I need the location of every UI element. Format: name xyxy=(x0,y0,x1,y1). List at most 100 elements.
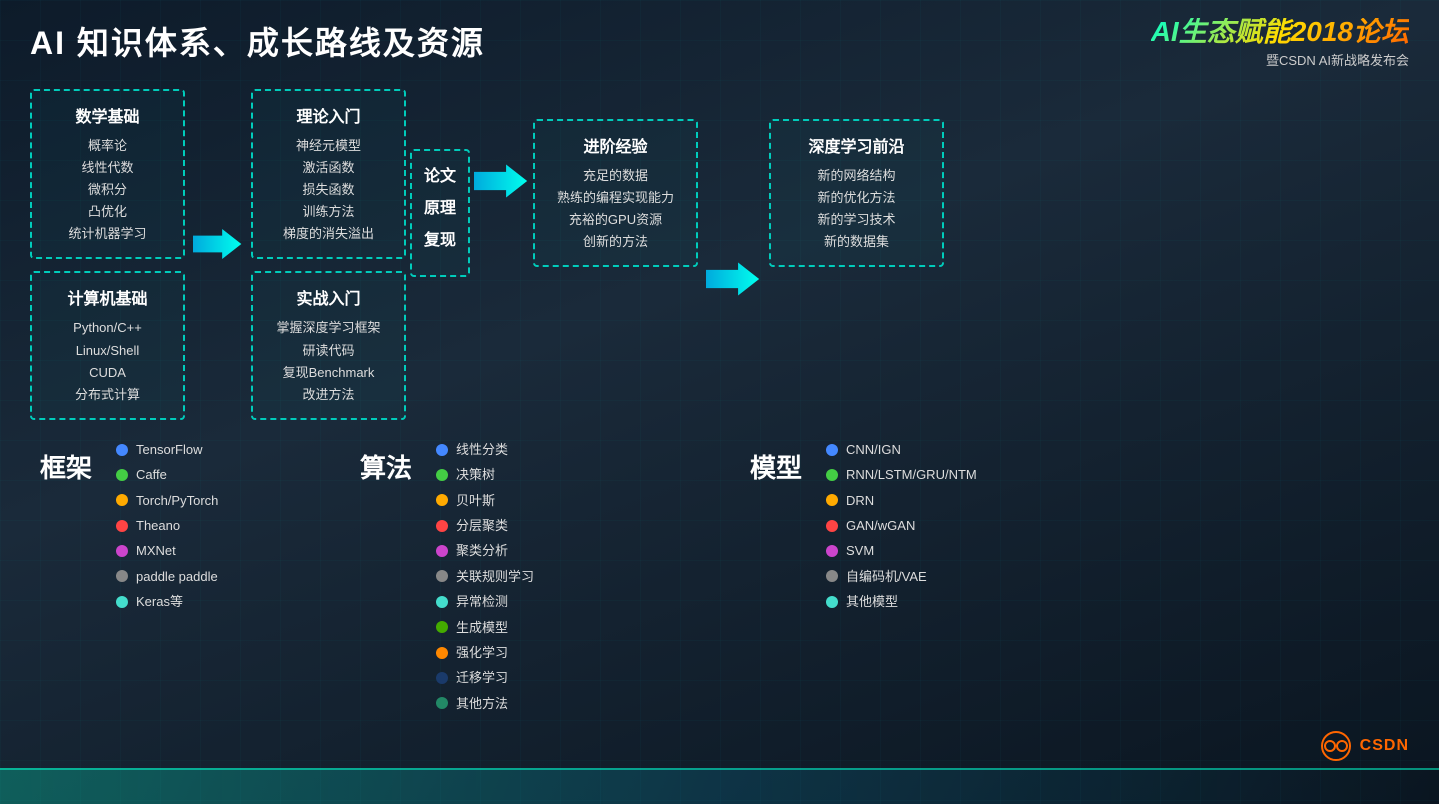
alg-item-9: 强化学习 xyxy=(436,641,534,664)
logo-area: AI生态赋能2018论坛 暨CSDN AI新战略发布会 xyxy=(1151,18,1409,69)
deep-item-1: 新的网络结构 xyxy=(787,165,926,187)
alg-label-7: 异常检测 xyxy=(456,590,508,613)
col2-intro: 理论入门 神经元模型 激活函数 损失函数 训练方法 梯度的消失溢出 实战入门 掌… xyxy=(251,89,406,420)
math-item-2: 线性代数 xyxy=(48,157,167,179)
computer-title: 计算机基础 xyxy=(48,285,167,309)
alg-item-8: 生成模型 xyxy=(436,616,534,639)
adv-item-4: 创新的方法 xyxy=(551,231,680,253)
alg-dot-3 xyxy=(436,494,448,506)
math-box: 数学基础 概率论 线性代数 微积分 凸优化 统计机器学习 xyxy=(30,89,185,259)
theory-item-3: 损失函数 xyxy=(269,179,388,201)
adv-item-1: 充足的数据 xyxy=(551,165,680,187)
mdl-item-7: 其他模型 xyxy=(826,590,977,613)
alg-label-3: 贝叶斯 xyxy=(456,489,495,512)
frameworks-title: 框架 xyxy=(40,448,92,485)
col1-basics: 数学基础 概率论 线性代数 微积分 凸优化 统计机器学习 计算机基础 Pytho… xyxy=(30,89,185,420)
math-title: 数学基础 xyxy=(48,103,167,127)
paper-box: 论文原理复现 xyxy=(410,149,470,277)
theory-item-2: 激活函数 xyxy=(269,157,388,179)
mdl-item-5: SVM xyxy=(826,539,977,562)
theory-box: 理论入门 神经元模型 激活函数 损失函数 训练方法 梯度的消失溢出 xyxy=(251,89,406,259)
practice-item-1: 掌握深度学习框架 xyxy=(269,317,388,339)
advanced-section: 进阶经验 充足的数据 熟练的编程实现能力 充裕的GPU资源 创新的方法 xyxy=(533,119,698,267)
deep-item-4: 新的数据集 xyxy=(787,231,926,253)
mdl-item-6: 自编码机/VAE xyxy=(826,565,977,588)
frameworks-section: 框架 TensorFlow Caffe Torch/PyTorch Theano xyxy=(40,438,300,715)
adv-item-2: 熟练的编程实现能力 xyxy=(551,187,680,209)
alg-item-2: 决策树 xyxy=(436,463,534,486)
mdl-label-7: 其他模型 xyxy=(846,590,898,613)
deep-section: 深度学习前沿 新的网络结构 新的优化方法 新的学习技术 新的数据集 xyxy=(769,119,944,267)
practice-title: 实战入门 xyxy=(269,285,388,309)
computer-item-4: 分布式计算 xyxy=(48,384,167,406)
fw-item-6: paddle paddle xyxy=(116,565,218,588)
alg-item-1: 线性分类 xyxy=(436,438,534,461)
mdl-label-3: DRN xyxy=(846,489,874,512)
fw-dot-7 xyxy=(116,596,128,608)
mdl-dot-6 xyxy=(826,570,838,582)
mdl-dot-4 xyxy=(826,520,838,532)
models-title: 模型 xyxy=(750,448,802,485)
fw-dot-4 xyxy=(116,520,128,532)
logo-title: AI生态赋能2018论坛 xyxy=(1151,18,1409,46)
alg-label-11: 其他方法 xyxy=(456,692,508,715)
computer-item-3: CUDA xyxy=(48,362,167,384)
fw-item-7: Keras等 xyxy=(116,590,218,613)
fw-label-7: Keras等 xyxy=(136,590,183,613)
fw-item-1: TensorFlow xyxy=(116,438,218,461)
math-item-4: 凸优化 xyxy=(48,201,167,223)
alg-dot-4 xyxy=(436,520,448,532)
fw-label-1: TensorFlow xyxy=(136,438,202,461)
fw-label-4: Theano xyxy=(136,514,180,537)
alg-label-8: 生成模型 xyxy=(456,616,508,639)
fw-item-4: Theano xyxy=(116,514,218,537)
math-item-5: 统计机器学习 xyxy=(48,223,167,245)
alg-item-10: 迁移学习 xyxy=(436,666,534,689)
fw-dot-3 xyxy=(116,494,128,506)
alg-label-5: 聚类分析 xyxy=(456,539,508,562)
fw-dot-6 xyxy=(116,570,128,582)
computer-box: 计算机基础 Python/C++ Linux/Shell CUDA 分布式计算 xyxy=(30,271,185,419)
alg-label-1: 线性分类 xyxy=(456,438,508,461)
mdl-label-1: CNN/IGN xyxy=(846,438,901,461)
mdl-dot-2 xyxy=(826,469,838,481)
fw-label-6: paddle paddle xyxy=(136,565,218,588)
alg-item-4: 分层聚类 xyxy=(436,514,534,537)
alg-dot-2 xyxy=(436,469,448,481)
practice-item-3: 复现Benchmark xyxy=(269,362,388,384)
alg-dot-7 xyxy=(436,596,448,608)
fw-item-2: Caffe xyxy=(116,463,218,486)
mdl-label-4: GAN/wGAN xyxy=(846,514,915,537)
math-item-3: 微积分 xyxy=(48,179,167,201)
alg-dot-9 xyxy=(436,647,448,659)
algorithms-title: 算法 xyxy=(360,448,412,485)
advanced-title: 进阶经验 xyxy=(551,133,680,157)
alg-dot-8 xyxy=(436,621,448,633)
mdl-label-5: SVM xyxy=(846,539,874,562)
mdl-label-6: 自编码机/VAE xyxy=(846,565,927,588)
alg-item-6: 关联规则学习 xyxy=(436,565,534,588)
bottom-bar xyxy=(0,768,1439,804)
theory-item-1: 神经元模型 xyxy=(269,135,388,157)
fw-label-5: MXNet xyxy=(136,539,176,562)
fw-dot-2 xyxy=(116,469,128,481)
alg-dot-10 xyxy=(436,672,448,684)
arrow1 xyxy=(189,224,247,264)
mdl-dot-3 xyxy=(826,494,838,506)
practice-item-2: 研读代码 xyxy=(269,340,388,362)
paper-title: 论文原理复现 xyxy=(424,161,456,257)
frameworks-list: TensorFlow Caffe Torch/PyTorch Theano MX… xyxy=(116,438,218,614)
math-item-1: 概率论 xyxy=(48,135,167,157)
practice-box: 实战入门 掌握深度学习框架 研读代码 复现Benchmark 改进方法 xyxy=(251,271,406,419)
fw-label-3: Torch/PyTorch xyxy=(136,489,218,512)
mdl-dot-1 xyxy=(826,444,838,456)
theory-title: 理论入门 xyxy=(269,103,388,127)
deep-item-3: 新的学习技术 xyxy=(787,209,926,231)
alg-label-6: 关联规则学习 xyxy=(456,565,534,588)
deep-title: 深度学习前沿 xyxy=(787,133,926,157)
bottom-section: 框架 TensorFlow Caffe Torch/PyTorch Theano xyxy=(30,438,1409,715)
mdl-dot-5 xyxy=(826,545,838,557)
alg-item-5: 聚类分析 xyxy=(436,539,534,562)
computer-item-1: Python/C++ xyxy=(48,317,167,339)
fw-label-2: Caffe xyxy=(136,463,167,486)
